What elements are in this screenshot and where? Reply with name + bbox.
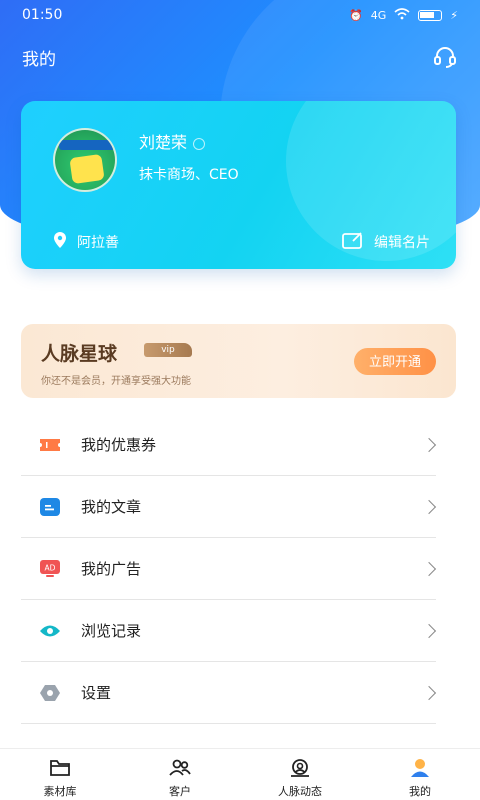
menu-label: 我的优惠券 (81, 436, 157, 454)
edit-icon (342, 231, 364, 253)
nav-item-customers[interactable]: 客户 (120, 749, 240, 800)
headset-icon[interactable] (432, 44, 458, 70)
avatar[interactable] (53, 128, 117, 192)
edit-card-label: 编辑名片 (374, 235, 430, 251)
vip-subtitle: 你还不是会员，开通享受强大功能 (41, 376, 191, 387)
location: 阿拉善 (53, 231, 119, 253)
ad-icon: AD (39, 558, 61, 580)
location-pin-icon (53, 231, 67, 253)
coupon-icon (39, 434, 61, 456)
settings-icon (39, 682, 61, 704)
wifi-icon (394, 7, 410, 23)
menu-label: 我的广告 (81, 560, 142, 578)
nav-item-profile[interactable]: 我的 (360, 749, 480, 800)
chevron-right-icon (421, 685, 437, 700)
profile-icon (408, 757, 432, 779)
battery-icon (418, 9, 443, 21)
nav-item-library[interactable]: 素材库 (0, 749, 120, 800)
nav-label: 人脉动态 (278, 785, 322, 798)
open-vip-button[interactable]: 立即开通 (354, 348, 436, 375)
status-icons: ⏰ 4G ⚡ (349, 7, 458, 23)
network-feed-icon (288, 757, 312, 779)
chevron-right-icon (421, 499, 437, 514)
nav-item-feed[interactable]: 人脉动态 (240, 749, 360, 800)
user-title: 抹卡商场、CEO (139, 167, 239, 183)
menu-item-settings[interactable]: 设置 (21, 662, 437, 724)
menu-list: 我的优惠券 我的文章 AD 我的广告 浏览记录 设置 (21, 414, 437, 724)
network-type: 4G (370, 8, 387, 22)
status-time: 01:50 (22, 7, 63, 23)
nav-label: 客户 (169, 785, 191, 798)
svg-text:AD: AD (45, 563, 56, 572)
alarm-icon: ⏰ (349, 8, 363, 22)
edit-card-button[interactable]: 编辑名片 (342, 231, 430, 253)
menu-label: 设置 (81, 684, 112, 702)
article-icon (39, 496, 61, 518)
nav-label: 素材库 (43, 785, 77, 798)
status-bar: 01:50 ⏰ 4G ⚡ (0, 0, 480, 30)
bottom-nav: 素材库 客户 人脉动态 我的 (0, 748, 480, 800)
menu-item-articles[interactable]: 我的文章 (21, 476, 437, 538)
charging-icon: ⚡ (450, 8, 458, 22)
user-name-row: 刘楚荣 (139, 129, 206, 153)
profile-card[interactable]: 刘楚荣 抹卡商场、CEO 阿拉善 编辑名片 (21, 101, 456, 269)
vip-badge: vip (144, 343, 192, 357)
gender-icon (193, 137, 206, 150)
menu-label: 浏览记录 (81, 622, 142, 640)
chevron-right-icon (421, 437, 437, 452)
menu-item-history[interactable]: 浏览记录 (21, 600, 437, 662)
chevron-right-icon (421, 561, 437, 576)
page-title: 我的 (22, 49, 56, 70)
vip-title: 人脉星球 (41, 343, 118, 365)
vip-banner[interactable]: 人脉星球 vip 你还不是会员，开通享受强大功能 立即开通 (21, 324, 456, 398)
menu-item-coupons[interactable]: 我的优惠券 (21, 414, 437, 476)
nav-label: 我的 (409, 785, 431, 798)
folder-icon (48, 757, 72, 779)
user-name: 刘楚荣 (139, 133, 188, 152)
location-text: 阿拉善 (77, 235, 119, 251)
chevron-right-icon (421, 623, 437, 638)
menu-item-ads[interactable]: AD 我的广告 (21, 538, 437, 600)
eye-icon (39, 620, 61, 642)
customers-icon (168, 757, 192, 779)
page-header: 我的 (0, 40, 480, 74)
menu-label: 我的文章 (81, 498, 142, 516)
